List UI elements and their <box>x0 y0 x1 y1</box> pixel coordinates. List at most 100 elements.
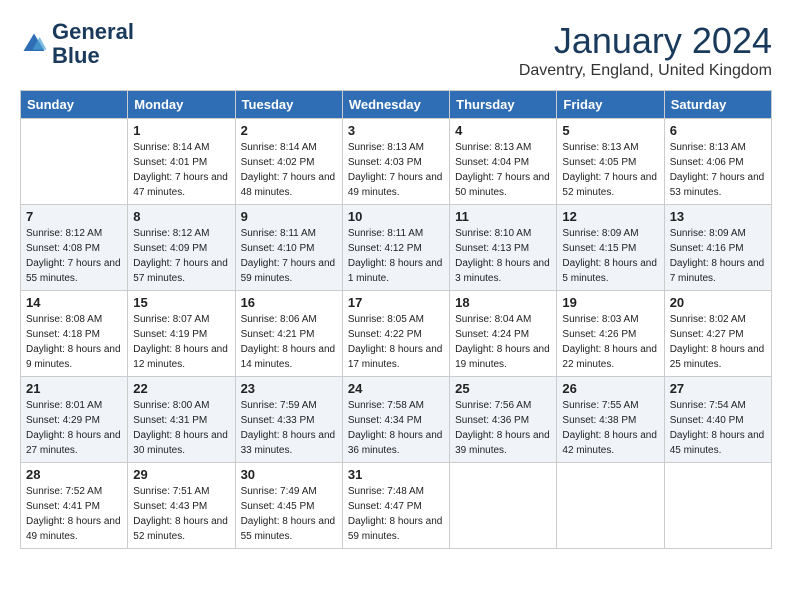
day-info: Sunrise: 7:48 AMSunset: 4:47 PMDaylight:… <box>348 484 444 544</box>
calendar-cell: 21Sunrise: 8:01 AMSunset: 4:29 PMDayligh… <box>21 377 128 463</box>
day-info: Sunrise: 8:04 AMSunset: 4:24 PMDaylight:… <box>455 312 551 372</box>
header-day-tuesday: Tuesday <box>235 91 342 119</box>
calendar-cell: 28 Sunrise: 7:52 AMSunset: 4:41 PMDayligh… <box>21 463 128 549</box>
calendar-cell: 7Sunrise: 8:12 AMSunset: 4:08 PMDaylight… <box>21 205 128 291</box>
calendar-cell: 25 Sunrise: 7:56 AMSunset: 4:36 PMDayligh… <box>450 377 557 463</box>
day-info: Sunrise: 8:08 AMSunset: 4:18 PMDaylight:… <box>26 312 122 372</box>
day-number: 4 <box>455 123 551 138</box>
calendar-cell <box>664 463 771 549</box>
calendar-week-1: 1Sunrise: 8:14 AMSunset: 4:01 PMDaylight… <box>21 119 772 205</box>
day-info: Sunrise: 7:49 AMSunset: 4:45 PMDaylight:… <box>241 484 337 544</box>
day-number: 10 <box>348 209 444 224</box>
calendar-cell: 24 Sunrise: 7:58 AMSunset: 4:34 PMDayligh… <box>342 377 449 463</box>
day-info: Sunrise: 8:12 AMSunset: 4:09 PMDaylight:… <box>133 226 229 286</box>
month-title: January 2024 <box>519 20 772 62</box>
page-header: General Blue January 2024 Daventry, Engl… <box>20 20 772 80</box>
day-number: 9 <box>241 209 337 224</box>
day-info: Sunrise: 7:58 AMSunset: 4:34 PMDaylight:… <box>348 398 444 458</box>
day-number: 7 <box>26 209 122 224</box>
calendar-cell: 17 Sunrise: 8:05 AMSunset: 4:22 PMDayligh… <box>342 291 449 377</box>
day-number: 28 <box>26 467 122 482</box>
day-number: 1 <box>133 123 229 138</box>
day-info: Sunrise: 8:05 AMSunset: 4:22 PMDaylight:… <box>348 312 444 372</box>
header-day-friday: Friday <box>557 91 664 119</box>
calendar-week-4: 21Sunrise: 8:01 AMSunset: 4:29 PMDayligh… <box>21 377 772 463</box>
day-number: 6 <box>670 123 766 138</box>
day-number: 19 <box>562 295 658 310</box>
calendar-cell: 26Sunrise: 7:55 AMSunset: 4:38 PMDayligh… <box>557 377 664 463</box>
calendar-cell: 19 Sunrise: 8:03 AMSunset: 4:26 PMDayligh… <box>557 291 664 377</box>
calendar-cell <box>450 463 557 549</box>
day-number: 8 <box>133 209 229 224</box>
logo: General Blue <box>20 20 134 68</box>
day-number: 3 <box>348 123 444 138</box>
day-info: Sunrise: 8:02 AMSunset: 4:27 PMDaylight:… <box>670 312 766 372</box>
day-number: 5 <box>562 123 658 138</box>
day-number: 14 <box>26 295 122 310</box>
calendar-cell: 5 Sunrise: 8:13 AMSunset: 4:05 PMDaylight… <box>557 119 664 205</box>
day-number: 11 <box>455 209 551 224</box>
day-number: 16 <box>241 295 337 310</box>
calendar-cell: 8 Sunrise: 8:12 AMSunset: 4:09 PMDaylight… <box>128 205 235 291</box>
calendar-cell: 22Sunrise: 8:00 AMSunset: 4:31 PMDayligh… <box>128 377 235 463</box>
calendar-cell: 18Sunrise: 8:04 AMSunset: 4:24 PMDayligh… <box>450 291 557 377</box>
calendar-cell: 10 Sunrise: 8:11 AMSunset: 4:12 PMDayligh… <box>342 205 449 291</box>
day-info: Sunrise: 8:11 AMSunset: 4:12 PMDaylight:… <box>348 226 444 286</box>
day-info: Sunrise: 8:13 AMSunset: 4:06 PMDaylight:… <box>670 140 766 200</box>
location-subtitle: Daventry, England, United Kingdom <box>519 62 772 80</box>
day-info: Sunrise: 8:09 AMSunset: 4:16 PMDaylight:… <box>670 226 766 286</box>
header-day-wednesday: Wednesday <box>342 91 449 119</box>
day-info: Sunrise: 8:07 AMSunset: 4:19 PMDaylight:… <box>133 312 229 372</box>
calendar-week-5: 28 Sunrise: 7:52 AMSunset: 4:41 PMDayligh… <box>21 463 772 549</box>
day-info: Sunrise: 7:59 AMSunset: 4:33 PMDaylight:… <box>241 398 337 458</box>
calendar-cell: 11 Sunrise: 8:10 AMSunset: 4:13 PMDayligh… <box>450 205 557 291</box>
day-number: 15 <box>133 295 229 310</box>
day-number: 13 <box>670 209 766 224</box>
calendar-cell <box>21 119 128 205</box>
calendar-body: 1Sunrise: 8:14 AMSunset: 4:01 PMDaylight… <box>21 119 772 549</box>
calendar-cell: 2Sunrise: 8:14 AMSunset: 4:02 PMDaylight… <box>235 119 342 205</box>
calendar-cell: 4 Sunrise: 8:13 AMSunset: 4:04 PMDaylight… <box>450 119 557 205</box>
day-info: Sunrise: 8:06 AMSunset: 4:21 PMDaylight:… <box>241 312 337 372</box>
day-info: Sunrise: 8:03 AMSunset: 4:26 PMDaylight:… <box>562 312 658 372</box>
calendar-week-2: 7Sunrise: 8:12 AMSunset: 4:08 PMDaylight… <box>21 205 772 291</box>
day-number: 30 <box>241 467 337 482</box>
day-number: 23 <box>241 381 337 396</box>
day-info: Sunrise: 7:51 AMSunset: 4:43 PMDaylight:… <box>133 484 229 544</box>
day-number: 25 <box>455 381 551 396</box>
day-number: 17 <box>348 295 444 310</box>
calendar-cell: 20 Sunrise: 8:02 AMSunset: 4:27 PMDayligh… <box>664 291 771 377</box>
day-info: Sunrise: 8:10 AMSunset: 4:13 PMDaylight:… <box>455 226 551 286</box>
calendar-cell: 23 Sunrise: 7:59 AMSunset: 4:33 PMDayligh… <box>235 377 342 463</box>
day-info: Sunrise: 8:14 AMSunset: 4:02 PMDaylight:… <box>241 140 337 200</box>
calendar-cell: 1Sunrise: 8:14 AMSunset: 4:01 PMDaylight… <box>128 119 235 205</box>
calendar-cell: 12 Sunrise: 8:09 AMSunset: 4:15 PMDayligh… <box>557 205 664 291</box>
day-number: 31 <box>348 467 444 482</box>
calendar-cell: 30 Sunrise: 7:49 AMSunset: 4:45 PMDayligh… <box>235 463 342 549</box>
day-info: Sunrise: 7:54 AMSunset: 4:40 PMDaylight:… <box>670 398 766 458</box>
header-day-sunday: Sunday <box>21 91 128 119</box>
day-info: Sunrise: 8:13 AMSunset: 4:03 PMDaylight:… <box>348 140 444 200</box>
calendar-cell: 27Sunrise: 7:54 AMSunset: 4:40 PMDayligh… <box>664 377 771 463</box>
day-number: 24 <box>348 381 444 396</box>
header-day-thursday: Thursday <box>450 91 557 119</box>
day-info: Sunrise: 8:11 AMSunset: 4:10 PMDaylight:… <box>241 226 337 286</box>
day-number: 22 <box>133 381 229 396</box>
day-info: Sunrise: 7:52 AMSunset: 4:41 PMDaylight:… <box>26 484 122 544</box>
calendar-cell: 31 Sunrise: 7:48 AMSunset: 4:47 PMDayligh… <box>342 463 449 549</box>
header-day-saturday: Saturday <box>664 91 771 119</box>
calendar-cell: 14 Sunrise: 8:08 AMSunset: 4:18 PMDayligh… <box>21 291 128 377</box>
day-info: Sunrise: 7:56 AMSunset: 4:36 PMDaylight:… <box>455 398 551 458</box>
day-number: 12 <box>562 209 658 224</box>
day-info: Sunrise: 8:09 AMSunset: 4:15 PMDaylight:… <box>562 226 658 286</box>
day-number: 20 <box>670 295 766 310</box>
day-number: 26 <box>562 381 658 396</box>
calendar-header-row: SundayMondayTuesdayWednesdayThursdayFrid… <box>21 91 772 119</box>
day-info: Sunrise: 8:13 AMSunset: 4:05 PMDaylight:… <box>562 140 658 200</box>
calendar-table: SundayMondayTuesdayWednesdayThursdayFrid… <box>20 90 772 549</box>
calendar-cell: 6 Sunrise: 8:13 AMSunset: 4:06 PMDaylight… <box>664 119 771 205</box>
day-info: Sunrise: 8:13 AMSunset: 4:04 PMDaylight:… <box>455 140 551 200</box>
day-number: 29 <box>133 467 229 482</box>
calendar-cell: 29 Sunrise: 7:51 AMSunset: 4:43 PMDayligh… <box>128 463 235 549</box>
header-day-monday: Monday <box>128 91 235 119</box>
